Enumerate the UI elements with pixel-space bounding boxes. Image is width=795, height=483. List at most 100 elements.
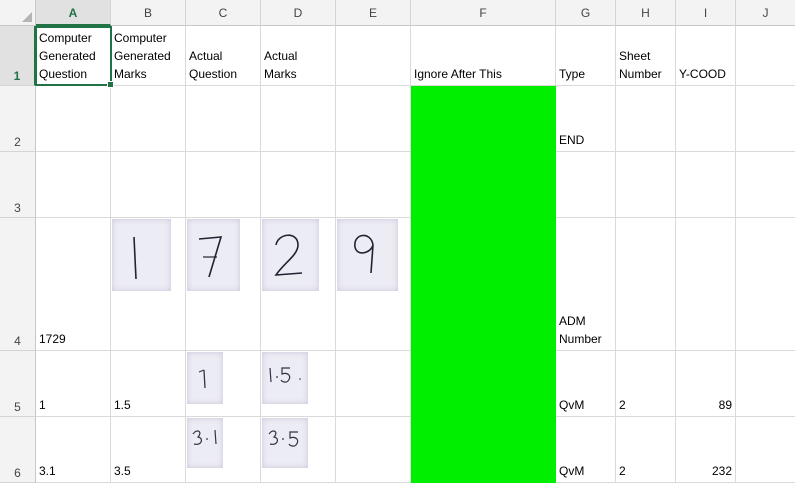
cell-value: Computer Generated Marks bbox=[114, 31, 171, 81]
cell-f4[interactable] bbox=[411, 218, 556, 351]
cell-e3[interactable] bbox=[336, 152, 411, 218]
cell-f6[interactable] bbox=[411, 417, 556, 483]
column-header-a[interactable]: A bbox=[36, 0, 111, 26]
cell-value: 1 bbox=[39, 398, 46, 412]
column-header-e[interactable]: E bbox=[336, 0, 411, 26]
column-header-c[interactable]: C bbox=[186, 0, 261, 26]
handwriting-image-b4[interactable] bbox=[112, 219, 171, 291]
cell-b2[interactable] bbox=[111, 86, 186, 152]
cell-value: QvM bbox=[559, 398, 585, 412]
row-header-6[interactable]: 6 bbox=[0, 417, 36, 483]
row-number: 3 bbox=[14, 201, 21, 215]
cell-h5[interactable]: 2 bbox=[616, 351, 676, 417]
cell-value: 1.5 bbox=[114, 398, 131, 412]
cell-f1[interactable]: Ignore After This bbox=[411, 26, 556, 86]
cell-i1[interactable]: Y-COOD bbox=[676, 26, 736, 86]
cell-j6[interactable] bbox=[736, 417, 795, 483]
cell-h3[interactable] bbox=[616, 152, 676, 218]
row-header-3[interactable]: 3 bbox=[0, 152, 36, 218]
cell-b1[interactable]: Computer Generated Marks bbox=[111, 26, 186, 86]
column-header-i[interactable]: I bbox=[676, 0, 736, 26]
cell-j4[interactable] bbox=[736, 218, 795, 351]
handwriting-image-c4[interactable] bbox=[187, 219, 240, 291]
cell-j3[interactable] bbox=[736, 152, 795, 218]
cell-c2[interactable] bbox=[186, 86, 261, 152]
cell-h1[interactable]: Sheet Number bbox=[616, 26, 676, 86]
cell-c3[interactable] bbox=[186, 152, 261, 218]
row-header-4[interactable]: 4 bbox=[0, 218, 36, 351]
cell-b5[interactable]: 1.5 bbox=[111, 351, 186, 417]
cell-i6[interactable]: 232 bbox=[676, 417, 736, 483]
column-header-b[interactable]: B bbox=[111, 0, 186, 26]
cell-f2[interactable] bbox=[411, 86, 556, 152]
cell-d1[interactable]: Actual Marks bbox=[261, 26, 336, 86]
cell-c1[interactable]: Actual Question bbox=[186, 26, 261, 86]
handwriting-image-d5[interactable] bbox=[262, 352, 308, 404]
cell-d2[interactable] bbox=[261, 86, 336, 152]
cell-i3[interactable] bbox=[676, 152, 736, 218]
handwriting-image-d4[interactable] bbox=[262, 219, 319, 291]
row-header-5[interactable]: 5 bbox=[0, 351, 36, 417]
cell-g2[interactable]: END bbox=[556, 86, 616, 152]
cell-b3[interactable] bbox=[111, 152, 186, 218]
cell-a1[interactable]: Computer Generated Question bbox=[36, 26, 111, 86]
handwriting-image-e4[interactable] bbox=[337, 219, 398, 291]
column-header-g[interactable]: G bbox=[556, 0, 616, 26]
column-header-h[interactable]: H bbox=[616, 0, 676, 26]
row-header-2[interactable]: 2 bbox=[0, 86, 36, 152]
cell-value: 2 bbox=[619, 464, 626, 478]
cell-value: Sheet Number bbox=[619, 49, 662, 81]
cell-j2[interactable] bbox=[736, 86, 795, 152]
cell-value: ADM Number bbox=[559, 314, 602, 346]
cell-g5[interactable]: QvM bbox=[556, 351, 616, 417]
cell-value: 89 bbox=[718, 398, 732, 412]
handwriting-image-d6[interactable] bbox=[262, 418, 308, 468]
column-header-d[interactable]: D bbox=[261, 0, 336, 26]
cell-d3[interactable] bbox=[261, 152, 336, 218]
cell-g1[interactable]: Type bbox=[556, 26, 616, 86]
cell-i4[interactable] bbox=[676, 218, 736, 351]
cell-value: Y-COOD bbox=[679, 67, 726, 81]
cell-a6[interactable]: 3.1 bbox=[36, 417, 111, 483]
column-header-j[interactable]: J bbox=[736, 0, 795, 26]
cell-a4[interactable]: 1729 bbox=[36, 218, 111, 351]
cell-h4[interactable] bbox=[616, 218, 676, 351]
cell-value: 3.5 bbox=[114, 464, 131, 478]
cell-i2[interactable] bbox=[676, 86, 736, 152]
cell-b6[interactable]: 3.5 bbox=[111, 417, 186, 483]
cell-value: Actual Marks bbox=[264, 49, 298, 81]
cell-g6[interactable]: QvM bbox=[556, 417, 616, 483]
cell-e2[interactable] bbox=[336, 86, 411, 152]
cell-value: QvM bbox=[559, 464, 585, 478]
row-number: 4 bbox=[14, 334, 21, 348]
cell-g4[interactable]: ADM Number bbox=[556, 218, 616, 351]
select-all-triangle-icon bbox=[22, 12, 32, 22]
cell-i5[interactable]: 89 bbox=[676, 351, 736, 417]
handwriting-image-c6[interactable] bbox=[187, 418, 223, 468]
select-all-corner[interactable] bbox=[0, 0, 36, 26]
column-header-f[interactable]: F bbox=[411, 0, 556, 26]
row-header-1[interactable]: 1 bbox=[0, 26, 36, 86]
cell-e5[interactable] bbox=[336, 351, 411, 417]
cell-value: Ignore After This bbox=[414, 67, 502, 81]
cell-e6[interactable] bbox=[336, 417, 411, 483]
cell-f5[interactable] bbox=[411, 351, 556, 417]
cell-a5[interactable]: 1 bbox=[36, 351, 111, 417]
cell-h2[interactable] bbox=[616, 86, 676, 152]
cell-j5[interactable] bbox=[736, 351, 795, 417]
cell-h6[interactable]: 2 bbox=[616, 417, 676, 483]
cell-f3[interactable] bbox=[411, 152, 556, 218]
cell-value: 2 bbox=[619, 398, 626, 412]
cell-value: Actual Question bbox=[189, 49, 238, 81]
cell-e1[interactable] bbox=[336, 26, 411, 86]
row-number: 5 bbox=[14, 400, 21, 414]
handwriting-image-c5[interactable] bbox=[187, 352, 223, 404]
cell-j1[interactable] bbox=[736, 26, 795, 86]
cell-a2[interactable] bbox=[36, 86, 111, 152]
cell-value: END bbox=[559, 133, 585, 147]
cell-a3[interactable] bbox=[36, 152, 111, 218]
row-number: 1 bbox=[13, 69, 21, 83]
cell-value: 232 bbox=[711, 464, 732, 478]
cell-value: Type bbox=[559, 67, 586, 81]
cell-g3[interactable] bbox=[556, 152, 616, 218]
